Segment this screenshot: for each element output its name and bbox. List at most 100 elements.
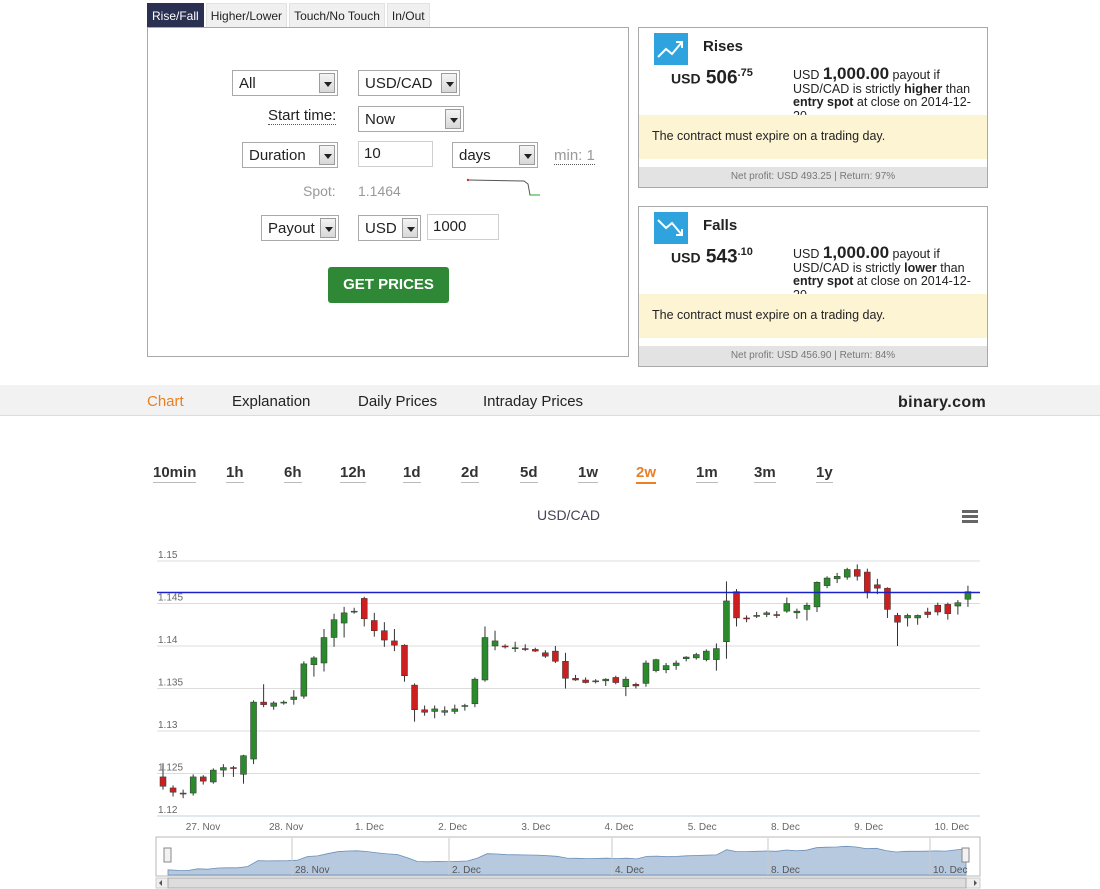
- tab-chart[interactable]: Chart: [147, 393, 184, 410]
- contract-title: Rises: [703, 38, 744, 55]
- candle-up: [813, 582, 821, 608]
- desc-line1: payout if: [889, 68, 940, 82]
- duration-input[interactable]: 10: [358, 141, 433, 167]
- y-tick-label: 1.12: [158, 805, 178, 816]
- candle-down: [864, 571, 871, 592]
- fall-icon: [654, 212, 688, 244]
- navigator-tick-label: 2. Dec: [452, 865, 481, 876]
- get-prices-button[interactable]: GET PRICES: [328, 267, 449, 303]
- candle-up: [441, 710, 448, 713]
- range-12h[interactable]: 12h: [340, 464, 366, 483]
- candle-up: [843, 569, 851, 578]
- tab-daily-prices[interactable]: Daily Prices: [358, 393, 437, 410]
- duration-type-select[interactable]: Duration: [242, 142, 338, 168]
- currency-value: USD: [365, 220, 397, 237]
- range-1h[interactable]: 1h: [226, 464, 244, 483]
- chevron-down-icon: [445, 109, 461, 129]
- rise-icon: [654, 33, 688, 65]
- y-tick-label: 1.125: [158, 763, 183, 774]
- candle-up: [431, 708, 438, 712]
- candle-down: [884, 587, 891, 610]
- amount-type-value: Payout: [268, 220, 315, 237]
- range-1d[interactable]: 1d: [403, 464, 421, 483]
- candle-up: [713, 648, 720, 660]
- x-tick-label: 2. Dec: [438, 822, 467, 833]
- x-tick-label: 27. Nov: [186, 822, 220, 833]
- desc-line2a: USD/CAD is strictly: [793, 260, 905, 275]
- candle-up: [693, 654, 700, 659]
- range-1m[interactable]: 1m: [696, 464, 718, 483]
- contract-price: USD 506.75: [671, 67, 753, 89]
- market-select-value: All: [239, 75, 256, 92]
- contract-card-rises: Rises USD 506.75 USD 1,000.00 payout if …: [638, 27, 988, 188]
- navigator-tick-label: 8. Dec: [771, 865, 800, 876]
- contract-card-falls: Falls USD 543.10 USD 1,000.00 payout if …: [638, 206, 988, 367]
- chart-menu-icon[interactable]: [962, 510, 978, 524]
- duration-unit-value: days: [459, 147, 491, 164]
- range-1w[interactable]: 1w: [578, 464, 599, 483]
- spot-label: Spot:: [303, 183, 336, 199]
- amount-type-select[interactable]: Payout: [261, 215, 339, 241]
- chevron-down-icon: [319, 73, 335, 93]
- range-5d[interactable]: 5d: [520, 464, 538, 483]
- tab-intraday-prices[interactable]: Intraday Prices: [483, 393, 583, 410]
- candle-up: [270, 702, 277, 707]
- candle-up: [350, 610, 358, 613]
- y-tick-label: 1.13: [158, 720, 178, 731]
- amount-input[interactable]: 1000: [427, 214, 499, 240]
- duration-type-value: Duration: [249, 147, 306, 164]
- candle-up: [189, 776, 197, 794]
- candle-down: [934, 604, 942, 613]
- candle-down: [894, 615, 901, 623]
- candle-down: [612, 677, 620, 683]
- candle-down: [411, 684, 418, 711]
- candle-up: [210, 769, 217, 783]
- desc-direction: higher: [904, 81, 943, 96]
- candle-down: [381, 630, 388, 641]
- navigator-handle: [961, 847, 970, 863]
- tab-rise-fall[interactable]: Rise/Fall: [147, 3, 204, 28]
- duration-unit-select[interactable]: days: [452, 142, 538, 168]
- candle-down: [371, 620, 378, 631]
- trade-type-tabs: Rise/Fall Higher/Lower Touch/No Touch In…: [147, 3, 430, 28]
- y-tick-label: 1.14: [158, 635, 178, 646]
- symbol-select[interactable]: USD/CAD: [358, 70, 460, 96]
- range-2w[interactable]: 2w: [636, 464, 657, 484]
- tab-in-out[interactable]: In/Out: [386, 3, 430, 28]
- range-3m[interactable]: 3m: [754, 464, 776, 483]
- trade-form: All USD/CAD Start time: Now Duration 10 …: [147, 27, 629, 357]
- candle-up: [220, 767, 227, 771]
- tab-explanation[interactable]: Explanation: [232, 393, 310, 410]
- candle-down: [773, 614, 781, 616]
- chevron-down-icon: [402, 218, 418, 238]
- currency-select[interactable]: USD: [358, 215, 421, 241]
- contract-footer: Net profit: USD 493.25 | Return: 97%: [639, 167, 987, 187]
- start-time-select[interactable]: Now: [358, 106, 464, 132]
- range-10min[interactable]: 10min: [153, 464, 197, 483]
- range-6h[interactable]: 6h: [284, 464, 302, 483]
- candle-down: [944, 604, 952, 614]
- candle-down: [360, 598, 368, 620]
- desc-amount: 1,000.00: [822, 64, 890, 83]
- candle-down: [552, 650, 559, 662]
- candle-up: [310, 657, 318, 665]
- y-tick-label: 1.15: [158, 550, 178, 561]
- candle-up: [300, 663, 308, 697]
- contract-note: The contract must expire on a trading da…: [639, 115, 987, 159]
- range-1y[interactable]: 1y: [816, 464, 833, 483]
- range-2d[interactable]: 2d: [461, 464, 479, 483]
- candle-down: [924, 611, 931, 615]
- candle-up: [280, 701, 287, 704]
- tab-higher-lower[interactable]: Higher/Lower: [205, 3, 288, 28]
- candle-up: [340, 612, 348, 624]
- candle-up: [602, 678, 609, 682]
- desc-entry-spot: entry spot: [793, 95, 854, 109]
- brand-logo: binary.com: [898, 394, 987, 411]
- candle-down: [159, 776, 167, 787]
- chevron-down-icon: [320, 218, 336, 238]
- candle-down: [532, 649, 539, 652]
- tab-touch-no-touch[interactable]: Touch/No Touch: [289, 3, 385, 28]
- market-select[interactable]: All: [232, 70, 338, 96]
- candle-down: [199, 776, 207, 782]
- candle-up: [290, 696, 298, 700]
